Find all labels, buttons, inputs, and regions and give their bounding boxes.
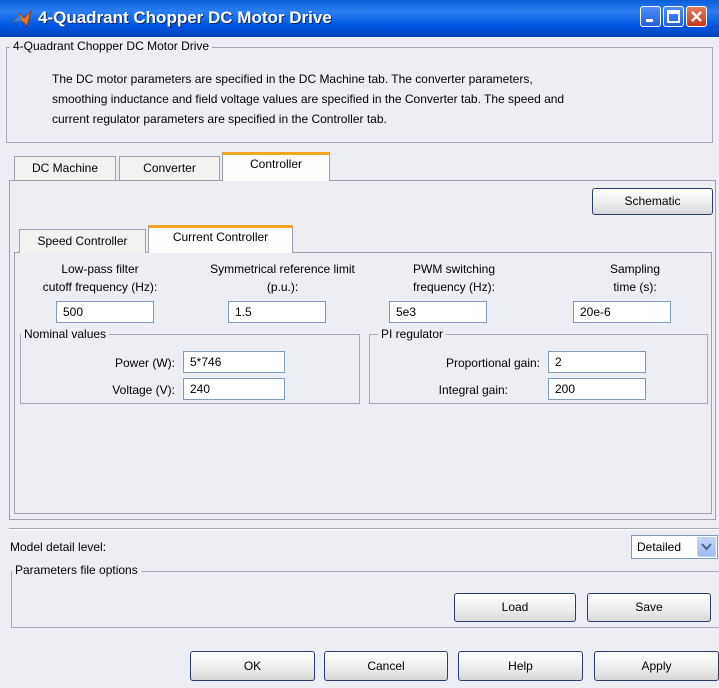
schematic-button[interactable]: Schematic bbox=[592, 188, 713, 215]
lowpass-label: Low-pass filter cutoff frequency (Hz): bbox=[30, 260, 170, 296]
title-bar[interactable]: 4-Quadrant Chopper DC Motor Drive bbox=[0, 0, 719, 37]
voltage-label: Voltage (V): bbox=[112, 383, 175, 397]
nominal-values-title: Nominal values bbox=[21, 327, 110, 341]
label-line: PWM switching bbox=[412, 262, 495, 276]
label-line: Sampling bbox=[609, 262, 661, 276]
description-line: The DC motor parameters are specified in… bbox=[52, 72, 533, 86]
label-line: cutoff frequency (Hz): bbox=[42, 280, 158, 294]
tab-converter[interactable]: Converter bbox=[119, 156, 220, 180]
tab-dc-machine[interactable]: DC Machine bbox=[14, 156, 116, 180]
proportional-gain-label: Proportional gain: bbox=[445, 356, 540, 370]
sampling-input[interactable] bbox=[573, 301, 671, 323]
block-group-title: 4-Quadrant Chopper DC Motor Drive bbox=[10, 39, 213, 53]
model-detail-select[interactable]: Detailed bbox=[631, 535, 718, 559]
lowpass-input[interactable] bbox=[56, 301, 154, 323]
integral-gain-input[interactable] bbox=[548, 378, 646, 400]
parameters-file-title: Parameters file options bbox=[12, 563, 141, 577]
label-line: (p.u.): bbox=[266, 280, 299, 294]
model-detail-label: Model detail level: bbox=[10, 540, 107, 554]
pwm-input[interactable] bbox=[389, 301, 487, 323]
description-line: current regulator parameters are specifi… bbox=[52, 112, 387, 126]
save-button[interactable]: Save bbox=[587, 593, 711, 622]
ok-button[interactable]: OK bbox=[190, 651, 315, 681]
matlab-icon bbox=[12, 9, 32, 29]
sampling-label: Sampling time (s): bbox=[585, 260, 685, 296]
window-title: 4-Quadrant Chopper DC Motor Drive bbox=[38, 8, 332, 27]
minimize-button[interactable] bbox=[640, 6, 661, 27]
help-button[interactable]: Help bbox=[458, 651, 583, 681]
proportional-gain-input[interactable] bbox=[548, 351, 646, 373]
pwm-label: PWM switching frequency (Hz): bbox=[400, 260, 508, 296]
chevron-down-icon[interactable] bbox=[697, 537, 716, 557]
tab-current-controller[interactable]: Current Controller bbox=[148, 225, 293, 253]
label-line: time (s): bbox=[613, 280, 657, 294]
maximize-button[interactable] bbox=[663, 6, 684, 27]
symref-label: Symmetrical reference limit (p.u.): bbox=[195, 260, 370, 296]
tab-speed-controller[interactable]: Speed Controller bbox=[19, 229, 146, 253]
block-description: The DC motor parameters are specified in… bbox=[52, 69, 692, 129]
model-detail-value: Detailed bbox=[637, 540, 682, 554]
power-input[interactable] bbox=[183, 351, 285, 373]
voltage-input[interactable] bbox=[183, 378, 285, 400]
pi-regulator-title: PI regulator bbox=[378, 327, 447, 341]
power-label: Power (W): bbox=[115, 356, 175, 370]
cancel-button[interactable]: Cancel bbox=[324, 651, 448, 681]
label-line: Low-pass filter bbox=[61, 262, 139, 276]
symref-input[interactable] bbox=[228, 301, 326, 323]
label-line: Symmetrical reference limit bbox=[210, 262, 355, 276]
apply-button[interactable]: Apply bbox=[594, 651, 719, 681]
close-button[interactable] bbox=[686, 6, 707, 27]
label-line: frequency (Hz): bbox=[412, 280, 496, 294]
load-button[interactable]: Load bbox=[454, 593, 576, 622]
integral-gain-label: Integral gain: bbox=[438, 383, 508, 397]
tab-controller[interactable]: Controller bbox=[222, 152, 330, 181]
separator bbox=[9, 528, 719, 530]
description-line: smoothing inductance and field voltage v… bbox=[52, 92, 565, 106]
